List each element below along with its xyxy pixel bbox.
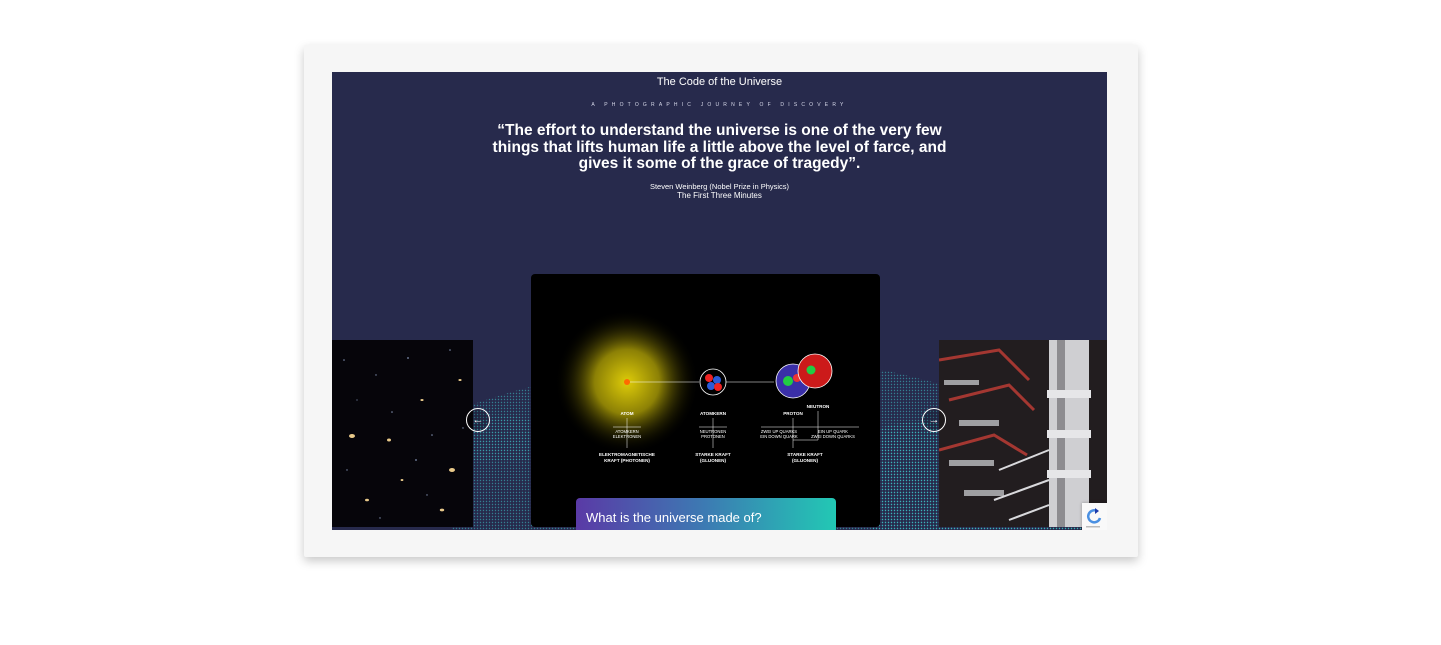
label-neutron: NEUTRON [807,404,830,409]
slide-caption-text: What is the universe made of? [586,510,762,525]
slide-caption[interactable]: What is the universe made of? [576,498,836,530]
label-em-force-2: KRAFT (PHOTONEN) [604,458,650,463]
slider-next-button[interactable]: → [922,408,946,432]
galaxies-photo [332,340,473,527]
page-viewport: The Code of the Universe A PHOTOGRAPHIC … [332,72,1107,530]
label-strong-force-b-1: STARKE KRAFT [787,452,823,457]
label-atomkern: ATOMKERN [700,411,727,416]
slider-prev-button[interactable]: ← [466,408,490,432]
label-proton: PROTON [783,411,803,416]
label-ein-up-2: ZWEI DOWN QUARKS [811,434,855,439]
label-strong-force-a-1: STARKE KRAFT [695,452,731,457]
atom-structure-diagram: ATOM ATOMKERN PROTON NEUTRON ATOMKERN EL… [555,310,859,463]
slide-galaxies-image[interactable] [332,340,473,527]
label-atomkern-elektronen-2: ELEKTRONEN [613,434,641,439]
label-strong-force-a-2: (GLUONEN) [700,458,726,463]
slide-detector-image[interactable] [939,340,1107,527]
recaptcha-icon [1086,508,1102,528]
label-neutronen-protonen-2: PROTONEN [701,434,725,439]
label-zwei-up-2: EIN DOWN QUARK [760,434,798,439]
particle-detector-photo [939,340,1107,527]
arrow-right-icon: → [928,414,940,426]
proton-neutron-icon [775,353,833,399]
recaptcha-badge[interactable] [1082,503,1107,530]
site-tagline: A PHOTOGRAPHIC JOURNEY OF DISCOVERY [591,102,848,108]
label-em-force-1: ELEKTROMAGNETISCHE [599,452,655,457]
arrow-left-icon: ← [472,414,484,426]
slide-particle-diagram[interactable]: ATOM ATOMKERN PROTON NEUTRON ATOMKERN EL… [531,274,880,527]
label-atom: ATOM [620,411,633,416]
nucleus-icon [699,368,727,396]
label-strong-force-b-2: (GLUONEN) [792,458,818,463]
site-title[interactable]: The Code of the Universe [332,76,1107,88]
quote-source: The First Three Minutes [677,191,762,200]
hero-quote: “The effort to understand the universe i… [492,122,947,172]
quote-author: Steven Weinberg (Nobel Prize in Physics) [649,182,790,191]
